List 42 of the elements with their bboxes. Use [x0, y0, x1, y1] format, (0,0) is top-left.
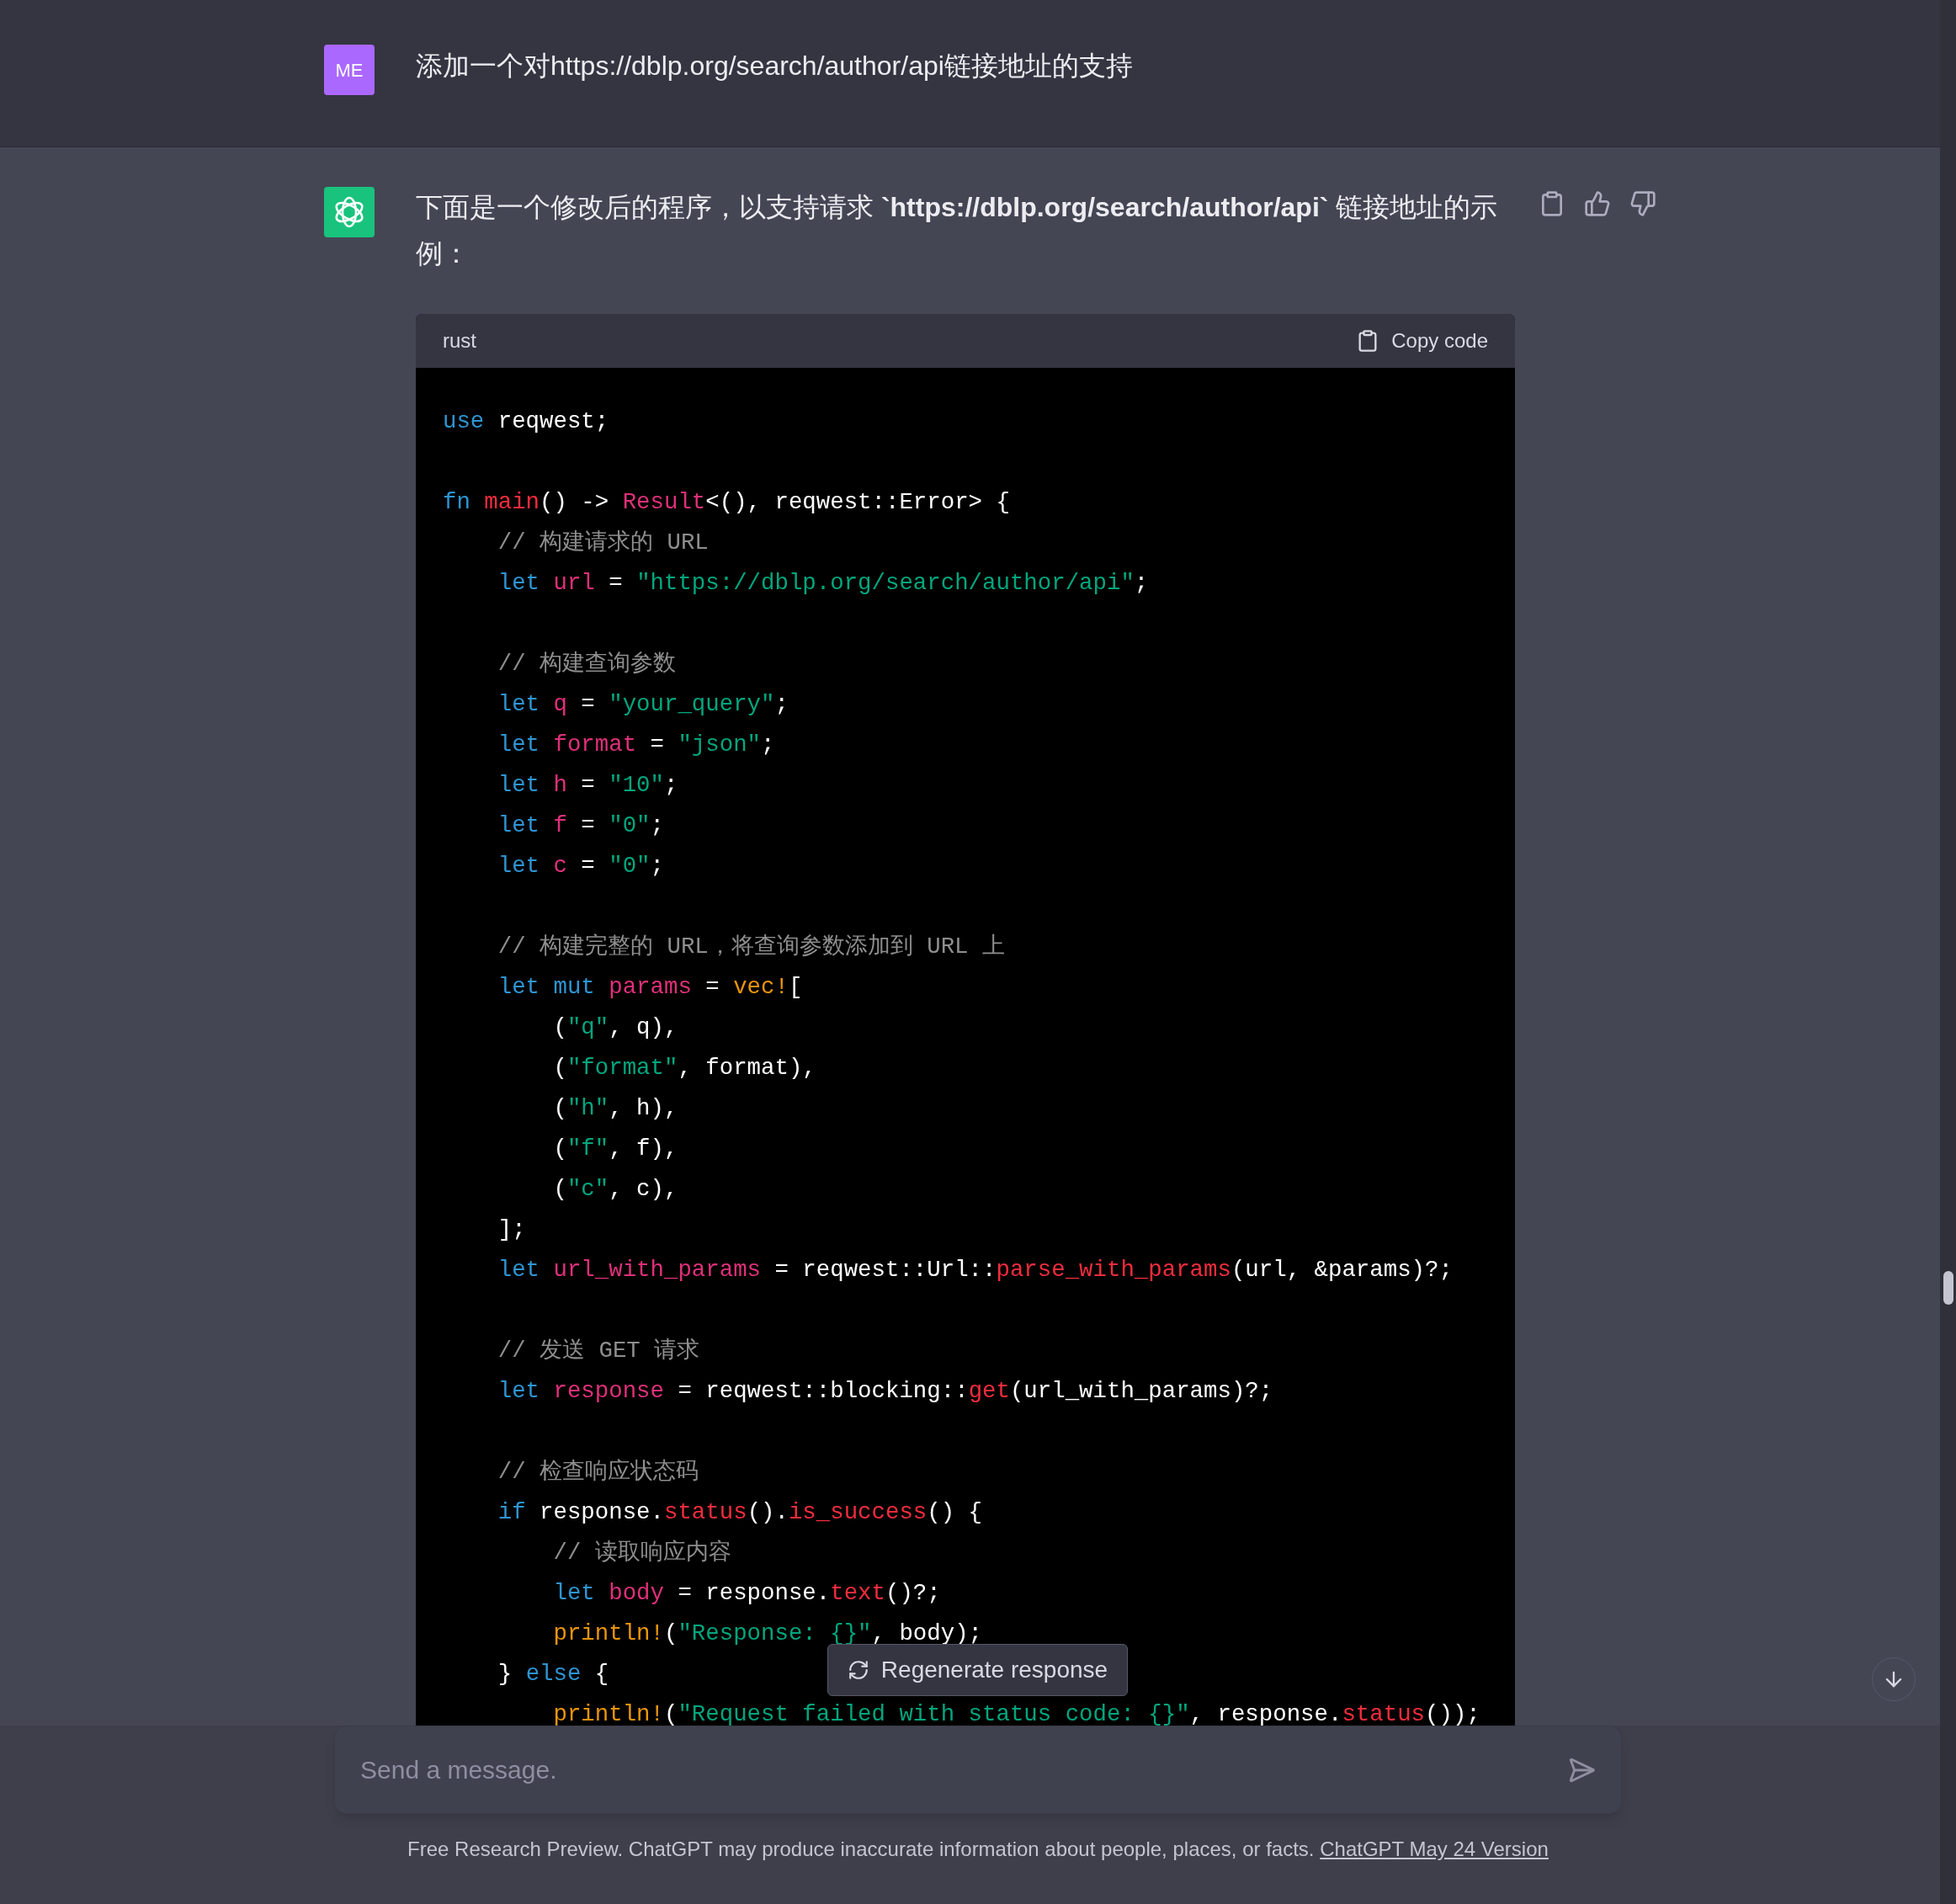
code-line: ("c", c), — [552, 1176, 678, 1202]
code-line: println!("Request failed with status code: {}", response.status()); — [552, 1701, 1480, 1727]
code-line: let q = "your_query"; — [497, 691, 789, 717]
code-line: // 构建请求的 URL — [497, 529, 709, 556]
code-line: fn main() -> Result<(), reqwest::Error> { — [443, 489, 1010, 515]
code-line: // 发送 GET 请求 — [497, 1338, 700, 1364]
code-line: // 构建完整的 URL，将查询参数添加到 URL 上 — [497, 933, 1005, 960]
code-line: ("h", h), — [552, 1095, 678, 1121]
code-line: let h = "10"; — [497, 772, 678, 798]
code-line: let url_with_params = reqwest::Url::parse_with_params(url, &params)?; — [497, 1257, 1453, 1283]
code-line: let c = "0"; — [497, 853, 664, 879]
thumbs-down-icon[interactable] — [1629, 190, 1656, 217]
user-avatar: ME — [324, 45, 375, 95]
code-line: // 读取响应内容 — [552, 1540, 731, 1566]
code-line: if response.status().is_success() { — [497, 1499, 983, 1525]
code-line: let body = response.text()?; — [552, 1580, 941, 1606]
refresh-icon — [847, 1659, 869, 1681]
code-line: let mut params = vec![ — [497, 974, 803, 1000]
code-line: ("f", f), — [552, 1135, 678, 1162]
copy-code-button[interactable]: Copy code — [1356, 326, 1488, 356]
code-line: ("format", format), — [552, 1055, 816, 1081]
code-line: ("q", q), — [552, 1014, 678, 1040]
code-line: let f = "0"; — [497, 812, 664, 838]
composer-box[interactable]: Send a message. — [334, 1726, 1622, 1814]
code-language: rust — [443, 328, 476, 354]
assistant-message: 下面是一个修改后的程序，以支持请求 `https://dblp.org/search/author/api` 链接地址的示例： — [416, 191, 1499, 270]
thumbs-up-icon[interactable] — [1584, 190, 1611, 217]
code-line: // 构建查询参数 — [497, 651, 677, 677]
message-input[interactable]: Send a message. — [360, 1751, 1567, 1789]
code-line: } else { — [497, 1661, 609, 1687]
scroll-down-button[interactable] — [1872, 1657, 1916, 1701]
code-line: // 检查响应状态码 — [497, 1459, 699, 1485]
scrollbar-thumb[interactable] — [1943, 1271, 1953, 1305]
code-line: let url = "https://dblp.org/search/author/api"; — [497, 570, 1149, 596]
version-link[interactable]: ChatGPT May 24 Version — [1320, 1838, 1549, 1860]
code-line: let response = reqwest::blocking::get(url_with_params)?; — [497, 1378, 1273, 1404]
code-line: ]; — [497, 1216, 526, 1242]
code-line: let format = "json"; — [497, 731, 775, 758]
code-line: use reqwest; — [443, 408, 609, 434]
regenerate-button[interactable]: Regenerate response — [827, 1644, 1128, 1696]
disclaimer-text: Free Research Preview. ChatGPT may produce inaccurate information about people, places, or facts. — [407, 1838, 1315, 1860]
user-message: 添加一个对https://dblp.org/search/author/api链接地址的支持 — [416, 50, 1133, 82]
